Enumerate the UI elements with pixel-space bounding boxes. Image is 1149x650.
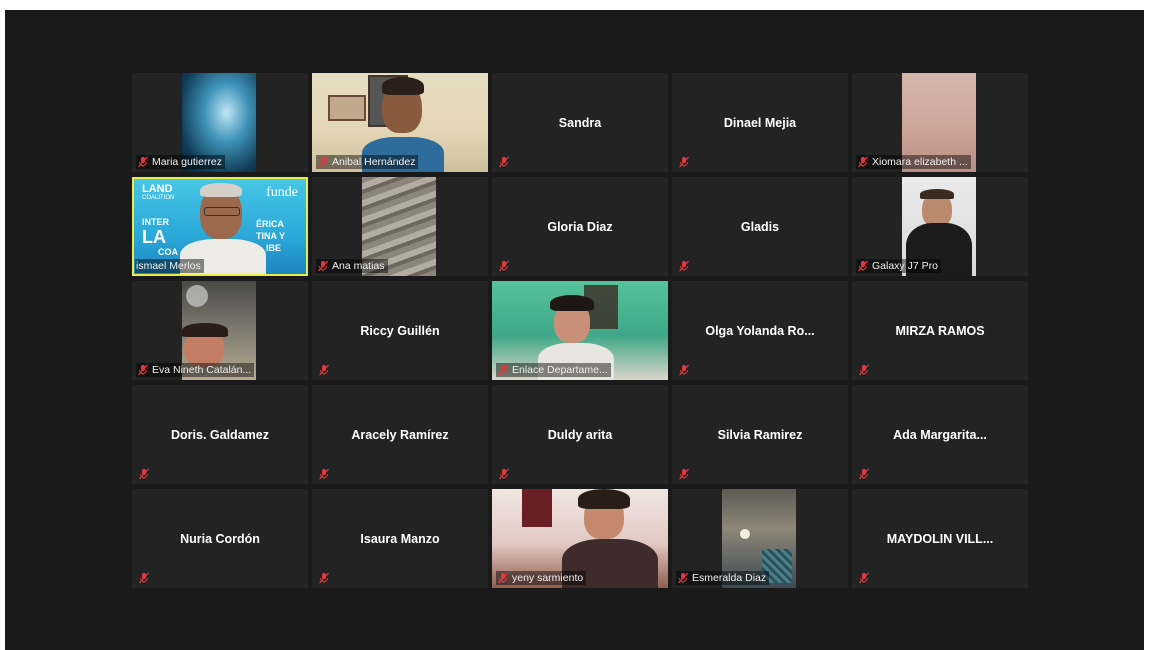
participant-tile[interactable]: Maria gutierrez [132, 73, 308, 172]
meeting-stage: Maria gutierrez Anibal Hernández Sandra … [5, 10, 1144, 650]
participant-name: Maria gutierrez [152, 156, 223, 168]
participant-tile[interactable]: Dinael Mejia [672, 73, 848, 172]
participant-tile[interactable]: Gladis [672, 177, 848, 276]
banner-word: IBE [266, 243, 282, 253]
participant-tile[interactable]: Gloria Diaz [492, 177, 668, 276]
banner-word: ÉRICA [256, 219, 285, 229]
participant-name: Dinael Mejia [723, 115, 797, 130]
muted-mic-icon [858, 156, 868, 168]
muted-mic-icon [679, 260, 689, 272]
participant-name: Silvia Ramirez [717, 427, 803, 442]
muted-mic-icon [138, 364, 148, 376]
participant-tile[interactable]: Xiomara elizabeth ... [852, 73, 1028, 172]
participant-tile[interactable]: Anibal Hernández [312, 73, 488, 172]
participant-name: Gloria Diaz [547, 219, 613, 234]
participant-tile[interactable]: yeny sarmiento [492, 489, 668, 588]
muted-mic-icon [859, 572, 869, 584]
muted-mic-icon [498, 572, 508, 584]
participant-name: Ada Margarita... [893, 427, 987, 442]
participant-tile[interactable]: MIRZA RAMOS [852, 281, 1028, 380]
participant-tile[interactable]: Eva Nineth Catalán... [132, 281, 308, 380]
muted-mic-icon [499, 468, 509, 480]
muted-mic-icon [499, 156, 509, 168]
participant-name: Esmeralda Diaz [692, 572, 767, 584]
participant-caption: Anibal Hernández [316, 155, 419, 169]
participant-caption: Ana matias [316, 259, 388, 273]
participant-caption: Xiomara elizabeth ... [856, 155, 971, 169]
participant-name: Isaura Manzo [360, 531, 440, 546]
participant-name: MAYDOLIN VILL... [886, 531, 994, 546]
participant-tile[interactable]: Riccy Guillén [312, 281, 488, 380]
gallery-grid: Maria gutierrez Anibal Hernández Sandra … [132, 73, 1028, 588]
participant-name: Nuria Cordón [180, 531, 260, 546]
participant-caption: yeny sarmiento [496, 571, 587, 585]
participant-name: Duldy arita [547, 427, 613, 442]
muted-mic-icon [499, 260, 509, 272]
muted-mic-icon [138, 156, 148, 168]
land-logo: LAND [142, 183, 173, 195]
muted-mic-icon [318, 260, 328, 272]
muted-mic-icon [139, 572, 149, 584]
participant-name: Eva Nineth Catalán... [152, 364, 252, 376]
muted-mic-icon [319, 364, 329, 376]
participant-tile[interactable]: Enlace Departame... [492, 281, 668, 380]
muted-mic-icon [858, 260, 868, 272]
participant-name: ismael Merlos [136, 260, 201, 272]
participant-name: Ana matias [332, 260, 385, 272]
participant-caption: Esmeralda Diaz [676, 571, 770, 585]
participant-caption: ismael Merlos [135, 259, 204, 273]
muted-mic-icon [319, 468, 329, 480]
participant-caption: Maria gutierrez [136, 155, 226, 169]
muted-mic-icon [859, 364, 869, 376]
participant-tile[interactable]: Galaxy J7 Pro [852, 177, 1028, 276]
participant-tile[interactable]: Duldy arita [492, 385, 668, 484]
participant-tile[interactable]: Doris. Galdamez [132, 385, 308, 484]
participant-name: Doris. Galdamez [171, 427, 269, 442]
banner-word: TINA Y [256, 231, 286, 241]
participant-tile[interactable]: Esmeralda Diaz [672, 489, 848, 588]
muted-mic-icon [139, 468, 149, 480]
participant-name: Aracely Ramírez [351, 427, 449, 442]
participant-name: Galaxy J7 Pro [872, 260, 938, 272]
banner-word: INTER [142, 217, 169, 227]
participant-name: Riccy Guillén [360, 323, 440, 338]
participant-caption: Galaxy J7 Pro [856, 259, 941, 273]
participant-name: yeny sarmiento [512, 572, 584, 584]
land-logo-sub: COALITION [142, 195, 175, 201]
participant-name: Xiomara elizabeth ... [872, 156, 968, 168]
muted-mic-icon [318, 156, 328, 168]
muted-mic-icon [498, 364, 508, 376]
participant-tile[interactable]: Ana matias [312, 177, 488, 276]
participant-name: MIRZA RAMOS [895, 323, 985, 338]
participant-caption: Enlace Departame... [496, 363, 611, 377]
participant-name: Gladis [740, 219, 780, 234]
banner-word: LA [142, 227, 166, 247]
participant-name: Sandra [558, 115, 602, 130]
muted-mic-icon [319, 572, 329, 584]
participant-tile[interactable]: Ada Margarita... [852, 385, 1028, 484]
muted-mic-icon [679, 468, 689, 480]
funde-logo: funde [266, 185, 298, 200]
muted-mic-icon [678, 572, 688, 584]
participant-tile[interactable]: Isaura Manzo [312, 489, 488, 588]
participant-name: Anibal Hernández [332, 156, 416, 168]
muted-mic-icon [679, 364, 689, 376]
participant-name: Enlace Departame... [512, 364, 608, 376]
participant-tile[interactable]: Nuria Cordón [132, 489, 308, 588]
muted-mic-icon [859, 468, 869, 480]
participant-tile[interactable]: Olga Yolanda Ro... [672, 281, 848, 380]
participant-tile[interactable]: Aracely Ramírez [312, 385, 488, 484]
participant-name: Olga Yolanda Ro... [705, 323, 815, 338]
participant-tile[interactable]: Silvia Ramirez [672, 385, 848, 484]
participant-tile[interactable]: MAYDOLIN VILL... [852, 489, 1028, 588]
participant-caption: Eva Nineth Catalán... [136, 363, 255, 377]
banner-word: COA [158, 247, 178, 257]
participant-tile[interactable]: Sandra [492, 73, 668, 172]
participant-tile-active-speaker[interactable]: LAND COALITION funde INTER LA COA ÉRICA … [132, 177, 308, 276]
muted-mic-icon [679, 156, 689, 168]
